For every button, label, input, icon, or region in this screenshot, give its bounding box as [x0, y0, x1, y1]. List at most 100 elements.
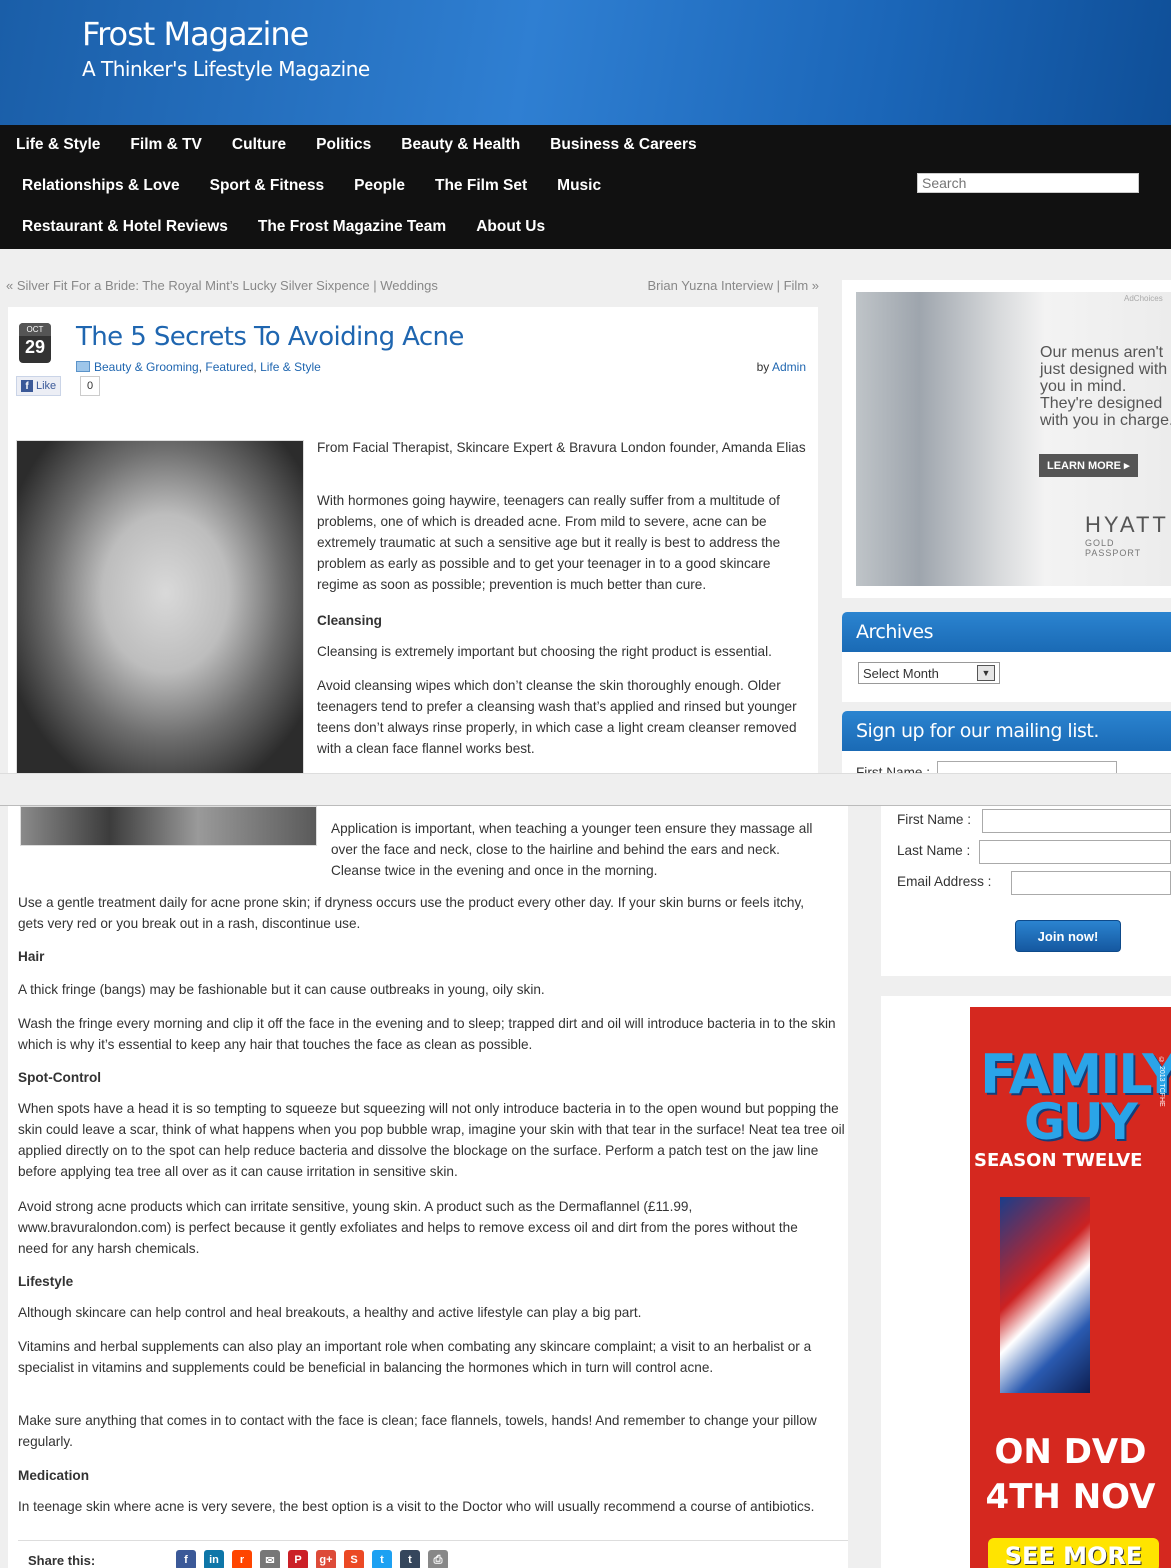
- next-post-link[interactable]: Brian Yuzna Interview | Film »: [648, 278, 820, 293]
- nav-item-frost-team[interactable]: The Frost Magazine Team: [243, 218, 461, 236]
- nav-item-culture[interactable]: Culture: [217, 136, 301, 154]
- mailing-list-widget: First Name : Last Name : Email Address :…: [881, 806, 1171, 976]
- last-name-label: Last Name :: [897, 843, 971, 858]
- search-input[interactable]: [917, 173, 1139, 193]
- article: OCT 29 The 5 Secrets To Avoiding Acne Be…: [8, 307, 818, 773]
- first-name-field[interactable]: [982, 809, 1171, 833]
- intro-paragraph: From Facial Therapist, Skincare Expert &…: [317, 440, 806, 455]
- family-guy-ad[interactable]: FAMILY GUY © 2013 TCFHE SEASON TWELVE ON…: [970, 1007, 1171, 1568]
- article-paragraph: Application is important, when teaching …: [331, 821, 813, 878]
- category-link[interactable]: Life & Style: [260, 360, 321, 374]
- post-title[interactable]: The 5 Secrets To Avoiding Acne: [76, 322, 464, 352]
- join-now-button[interactable]: Join now!: [1015, 920, 1121, 952]
- article-continued: Application is important, when teaching …: [8, 806, 848, 1568]
- date-badge: OCT 29: [19, 323, 51, 363]
- googleplus-icon[interactable]: g+: [316, 1550, 336, 1568]
- post-categories: Beauty & Grooming, Featured, Life & Styl…: [76, 360, 321, 374]
- ad-learn-more-button[interactable]: LEARN MORE ▸: [1039, 454, 1138, 477]
- like-count: 0: [80, 376, 101, 396]
- reddit-icon[interactable]: r: [232, 1550, 252, 1568]
- nav-row-2: Relationships & Love Sport & Fitness Peo…: [7, 177, 616, 195]
- author-prefix: by: [756, 360, 770, 374]
- see-more-button[interactable]: SEE MORE: [988, 1538, 1159, 1568]
- author-photo-bottom: [20, 806, 317, 846]
- article-paragraph: Cleansing is extremely important but cho…: [317, 644, 772, 659]
- category-link[interactable]: Beauty & Grooming: [94, 360, 199, 374]
- twitter-icon[interactable]: t: [372, 1550, 392, 1568]
- date-month: OCT: [19, 323, 51, 336]
- nav-row-3: Restaurant & Hotel Reviews The Frost Mag…: [7, 218, 560, 236]
- tumblr-icon[interactable]: t: [400, 1550, 420, 1568]
- mailing-list-title: Sign up for our mailing list.: [842, 711, 1171, 751]
- first-name-field-partial[interactable]: [937, 761, 1117, 773]
- nav-item-the-film-set[interactable]: The Film Set: [420, 177, 542, 195]
- share-bar: Share this: f in r ✉ Pg+ St t ⎙: [18, 1540, 848, 1568]
- article-paragraph: Wash the fringe every morning and clip i…: [18, 1016, 836, 1052]
- first-name-label: First Name :: [897, 812, 972, 827]
- nav-item-life-style[interactable]: Life & Style: [1, 136, 115, 154]
- author-photo: [16, 440, 304, 773]
- nav-item-music[interactable]: Music: [542, 177, 616, 195]
- sidebar-ad[interactable]: AdChoices Our menus aren't just designed…: [842, 280, 1171, 598]
- site-tagline: A Thinker's Lifestyle Magazine: [82, 57, 370, 81]
- email-icon[interactable]: ✉: [260, 1550, 280, 1568]
- site-header: Frost Magazine A Thinker's Lifestyle Mag…: [0, 0, 1171, 125]
- dvd-cover-image: [1000, 1197, 1090, 1393]
- ad-season: SEASON TWELVE: [974, 1150, 1143, 1171]
- date-day: 29: [24, 337, 46, 357]
- dvd-ad-widget: FAMILY GUY © 2013 TCFHE SEASON TWELVE ON…: [881, 996, 1171, 1568]
- section-heading-hair: Hair: [18, 949, 45, 964]
- ad-text: Our menus aren't just designed with you …: [1040, 344, 1171, 429]
- ad-line-1: ON DVD: [994, 1432, 1147, 1472]
- category-link[interactable]: Featured: [205, 360, 253, 374]
- ad-logo-line-2: GUY: [1024, 1093, 1138, 1151]
- stumbleupon-icon[interactable]: S: [344, 1550, 364, 1568]
- post-author: by Admin: [757, 360, 806, 374]
- article-paragraph: Avoid strong acne products which can irr…: [18, 1199, 798, 1256]
- nav-item-restaurant-hotel-reviews[interactable]: Restaurant & Hotel Reviews: [7, 218, 243, 236]
- archives-widget: Select Month ▼: [842, 652, 1171, 702]
- article-paragraph: With hormones going haywire, teenagers c…: [317, 493, 781, 592]
- nav-item-people[interactable]: People: [339, 177, 420, 195]
- previous-post-link[interactable]: « Silver Fit For a Bride: The Royal Mint…: [6, 278, 438, 293]
- main-nav: Life & Style Film & TV Culture Politics …: [0, 125, 1171, 249]
- last-name-field[interactable]: [979, 840, 1171, 864]
- article-paragraph: Vitamins and herbal supplements can also…: [18, 1339, 812, 1375]
- section-heading-medication: Medication: [18, 1468, 89, 1483]
- first-name-label-partial: First Name :: [856, 765, 931, 773]
- article-paragraph: Avoid cleansing wipes which don’t cleans…: [317, 678, 797, 756]
- email-label: Email Address :: [897, 874, 992, 889]
- nav-item-about-us[interactable]: About Us: [461, 218, 560, 236]
- nav-item-sport-fitness[interactable]: Sport & Fitness: [195, 177, 340, 195]
- section-heading-lifestyle: Lifestyle: [18, 1274, 74, 1289]
- nav-item-film-tv[interactable]: Film & TV: [115, 136, 216, 154]
- nav-item-beauty-health[interactable]: Beauty & Health: [386, 136, 535, 154]
- article-paragraph: Make sure anything that comes in to cont…: [18, 1413, 817, 1449]
- site-title[interactable]: Frost Magazine: [82, 15, 309, 53]
- email-field[interactable]: [1011, 871, 1171, 895]
- folder-icon: [76, 361, 90, 372]
- ad-line-2: 4TH NOV: [985, 1477, 1156, 1517]
- nav-row-1: Life & Style Film & TV Culture Politics …: [1, 136, 712, 154]
- print-icon[interactable]: ⎙: [428, 1550, 448, 1568]
- facebook-icon: f: [21, 380, 33, 392]
- nav-item-relationships-love[interactable]: Relationships & Love: [7, 177, 195, 195]
- facebook-like-button[interactable]: f Like: [16, 376, 62, 396]
- archives-month-select[interactable]: Select Month ▼: [858, 662, 1000, 684]
- ad-brand-sub: GOLD PASSPORT: [1085, 538, 1142, 558]
- nav-item-business-careers[interactable]: Business & Careers: [535, 136, 711, 154]
- article-paragraph: In teenage skin where acne is very sever…: [18, 1499, 815, 1514]
- author-link[interactable]: Admin: [772, 360, 806, 374]
- nav-item-politics[interactable]: Politics: [301, 136, 386, 154]
- mailing-list-widget-top: First Name :: [842, 751, 1171, 773]
- article-paragraph: Use a gentle treatment daily for acne pr…: [18, 895, 805, 931]
- linkedin-icon[interactable]: in: [204, 1550, 224, 1568]
- facebook-icon[interactable]: f: [176, 1550, 196, 1568]
- adchoices-label[interactable]: AdChoices: [1124, 294, 1163, 303]
- archives-select-value: Select Month: [863, 665, 939, 681]
- ad-copyright: © 2013 TCFHE: [1158, 1057, 1165, 1107]
- pinterest-icon[interactable]: P: [288, 1550, 308, 1568]
- ad-brand: HYATT: [1085, 512, 1169, 537]
- chevron-down-icon[interactable]: ▼: [977, 665, 995, 681]
- share-label: Share this:: [28, 1553, 96, 1568]
